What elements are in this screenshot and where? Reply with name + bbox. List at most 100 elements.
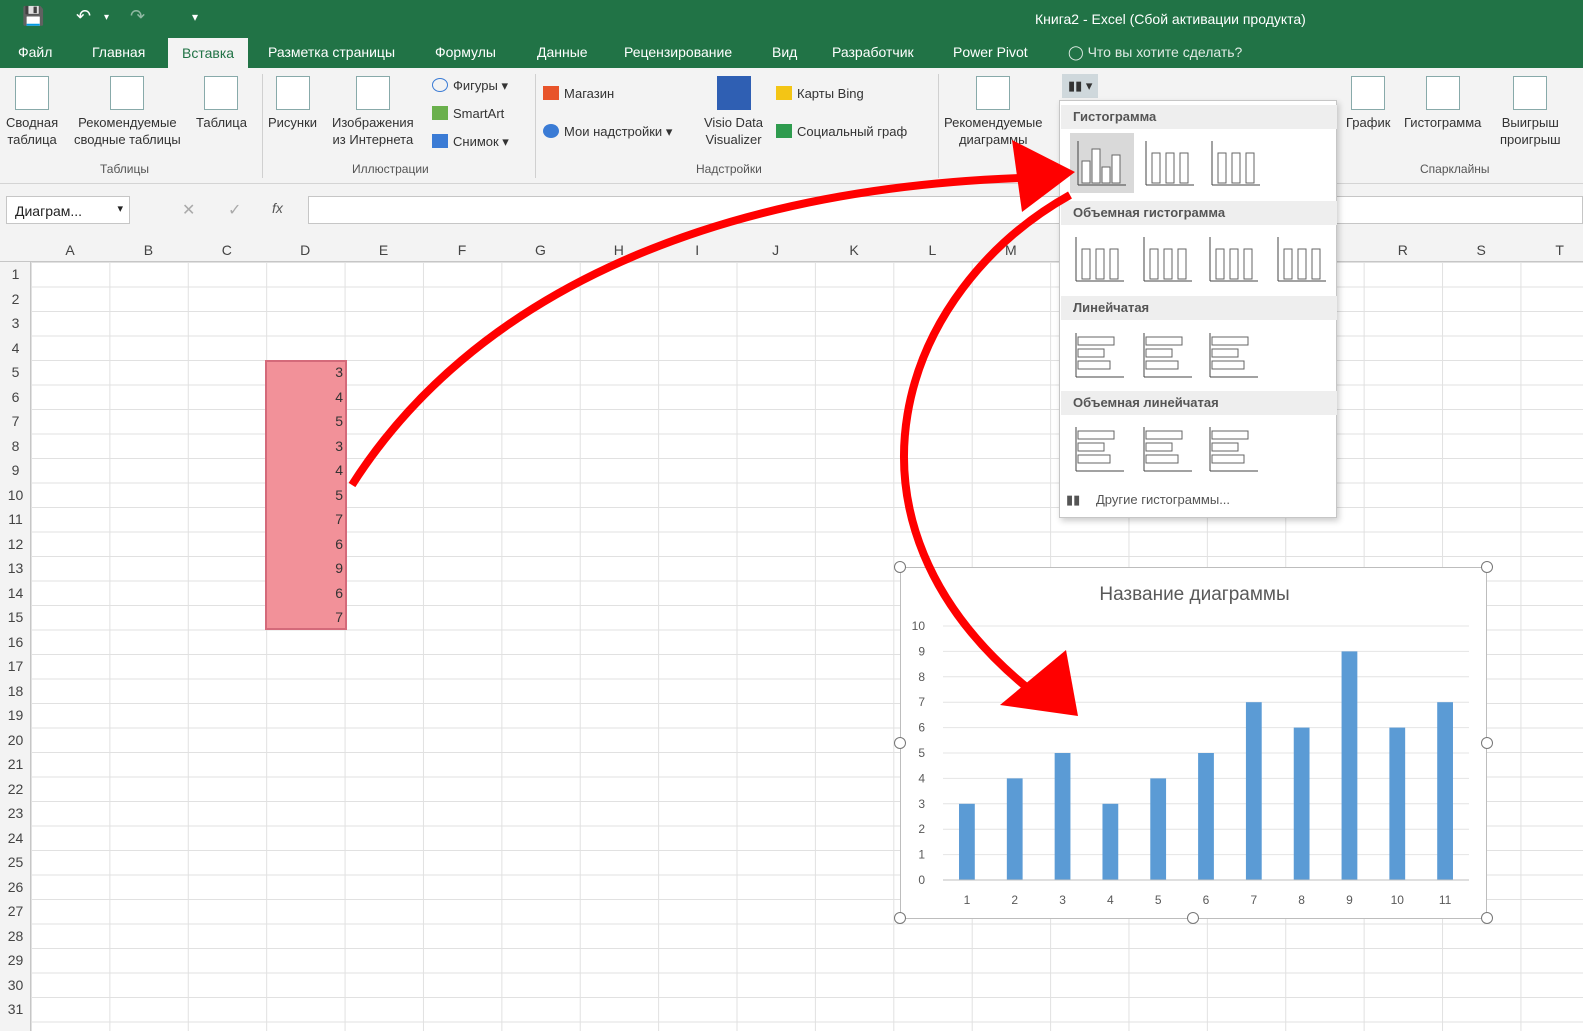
cell-d9[interactable]: 4 <box>265 462 343 478</box>
bar-chart-icon-2[interactable] <box>1143 333 1192 378</box>
column-header-j[interactable]: J <box>737 242 815 258</box>
column-header-k[interactable]: K <box>815 242 893 258</box>
chart-bar[interactable] <box>1437 702 1453 880</box>
online-pictures-button[interactable]: Изображения из Интернета <box>332 76 414 148</box>
column-header-f[interactable]: F <box>423 242 501 258</box>
sparkline-winloss-button[interactable]: Выигрыш проигрыш <box>1500 76 1561 148</box>
chart-bar[interactable] <box>1102 803 1119 880</box>
column-header-h[interactable]: H <box>580 242 658 258</box>
chart-bar[interactable] <box>1293 727 1310 880</box>
sparkline-column-button[interactable]: Гистограмма <box>1404 76 1481 131</box>
chart[interactable]: Название диаграммы 0 1 2 3 4 5 6 7 8 9 10 1 2 3 4 5 6 7 8 9… <box>900 567 1487 919</box>
row-header-20[interactable]: 20 <box>0 732 31 748</box>
recommended-pivot-button[interactable]: Рекомендуемые сводные таблицы <box>74 76 181 148</box>
row-header-4[interactable]: 4 <box>0 340 31 356</box>
chart-bar[interactable] <box>1341 651 1358 880</box>
tab-insert[interactable]: Вставка <box>168 38 249 68</box>
3d-column-icon-2[interactable] <box>1143 237 1192 282</box>
chart-bar[interactable] <box>1150 778 1167 880</box>
3d-column-icon-3[interactable] <box>1209 237 1258 282</box>
cell-d5[interactable]: 3 <box>265 364 343 380</box>
pivot-table-button[interactable]: Сводная таблица <box>6 76 58 148</box>
cell-d8[interactable]: 3 <box>265 438 343 454</box>
cell-d14[interactable]: 6 <box>265 585 343 601</box>
row-header-7[interactable]: 7 <box>0 413 31 429</box>
my-addins-button[interactable]: Мои надстройки ▾ <box>543 124 672 140</box>
column-header-l[interactable]: L <box>893 242 971 258</box>
save-icon[interactable]: 💾 <box>22 6 44 27</box>
stacked-column-icon[interactable] <box>1145 141 1194 186</box>
row-header-27[interactable]: 27 <box>0 903 31 919</box>
row-header-8[interactable]: 8 <box>0 438 31 454</box>
store-button[interactable]: Магазин <box>543 86 614 101</box>
bar-chart-icon-3[interactable] <box>1209 333 1258 378</box>
shapes-button[interactable]: Фигуры ▾ <box>432 78 508 94</box>
column-header-t[interactable]: T <box>1521 242 1583 258</box>
smartart-button[interactable]: SmartArt <box>432 106 504 121</box>
visio-visualizer-button[interactable]: Visio Data Visualizer <box>704 76 763 148</box>
sparkline-line-button[interactable]: График <box>1346 76 1390 131</box>
column-header-s[interactable]: S <box>1442 242 1520 258</box>
column-header-b[interactable]: B <box>109 242 187 258</box>
resize-handle-br[interactable] <box>1481 912 1493 924</box>
undo-icon[interactable]: ↶ <box>76 6 91 27</box>
tab-view[interactable]: Вид <box>772 44 797 60</box>
row-header-22[interactable]: 22 <box>0 781 31 797</box>
row-header-12[interactable]: 12 <box>0 536 31 552</box>
tab-file[interactable]: Файл <box>18 44 52 60</box>
bing-maps-button[interactable]: Карты Bing <box>776 86 864 101</box>
pictures-button[interactable]: Рисунки <box>268 76 317 131</box>
chart-bar[interactable] <box>1245 702 1262 880</box>
column-header-r[interactable]: R <box>1364 242 1442 258</box>
column-header-a[interactable]: A <box>31 242 109 258</box>
row-header-10[interactable]: 10 <box>0 487 31 503</box>
cell-d13[interactable]: 9 <box>265 560 343 576</box>
3d-bar-chart-icon-2[interactable] <box>1143 427 1192 472</box>
tab-home[interactable]: Главная <box>92 44 145 60</box>
row-header-3[interactable]: 3 <box>0 315 31 331</box>
resize-handle-bl[interactable] <box>894 912 906 924</box>
resize-handle-tr[interactable] <box>1481 561 1493 573</box>
3d-bar-chart-icon-3[interactable] <box>1209 427 1258 472</box>
row-header-26[interactable]: 26 <box>0 879 31 895</box>
table-button[interactable]: Таблица <box>196 76 247 131</box>
cell-d7[interactable]: 5 <box>265 413 343 429</box>
row-header-25[interactable]: 25 <box>0 854 31 870</box>
bar-chart-icon-1[interactable] <box>1075 333 1124 378</box>
column-header-m[interactable]: M <box>972 242 1050 258</box>
more-column-charts[interactable]: ▮▮ Другие гистограммы... <box>1066 492 1230 507</box>
100-stacked-column-icon[interactable] <box>1211 141 1260 186</box>
customize-qat-icon[interactable]: ▾ <box>192 10 198 24</box>
resize-handle-b[interactable] <box>1187 912 1199 924</box>
row-header-9[interactable]: 9 <box>0 462 31 478</box>
row-header-18[interactable]: 18 <box>0 683 31 699</box>
column-header-d[interactable]: D <box>266 242 344 258</box>
tab-review[interactable]: Рецензирование <box>624 44 732 60</box>
tab-developer[interactable]: Разработчик <box>832 44 914 60</box>
row-header-6[interactable]: 6 <box>0 389 31 405</box>
row-header-21[interactable]: 21 <box>0 756 31 772</box>
cancel-icon[interactable]: ✕ <box>182 200 195 220</box>
column-header-i[interactable]: I <box>658 242 736 258</box>
row-header-28[interactable]: 28 <box>0 928 31 944</box>
row-header-15[interactable]: 15 <box>0 609 31 625</box>
column-header-e[interactable]: E <box>345 242 423 258</box>
column-chart-dropdown[interactable]: ▮▮ ▾ <box>1062 74 1099 98</box>
row-header-13[interactable]: 13 <box>0 560 31 576</box>
resize-handle-tl[interactable] <box>894 561 906 573</box>
3d-column-icon-1[interactable] <box>1075 237 1124 282</box>
resize-handle-l[interactable] <box>894 737 906 749</box>
chart-bar[interactable] <box>1054 753 1071 880</box>
3d-column-icon-4[interactable] <box>1277 237 1326 282</box>
chart-bar[interactable] <box>1006 778 1023 880</box>
column-header-c[interactable]: C <box>188 242 266 258</box>
tab-power-pivot[interactable]: Power Pivot <box>953 44 1028 60</box>
resize-handle-r[interactable] <box>1481 737 1493 749</box>
row-header-11[interactable]: 11 <box>0 511 31 527</box>
name-box-dropdown-icon[interactable]: ▾ <box>117 202 123 215</box>
cell-d10[interactable]: 5 <box>265 487 343 503</box>
row-header-30[interactable]: 30 <box>0 977 31 993</box>
people-graph-button[interactable]: Социальный граф <box>776 124 907 139</box>
column-header-g[interactable]: G <box>501 242 579 258</box>
tell-me-search[interactable]: ◯ Что вы хотите сделать? <box>1068 44 1242 61</box>
